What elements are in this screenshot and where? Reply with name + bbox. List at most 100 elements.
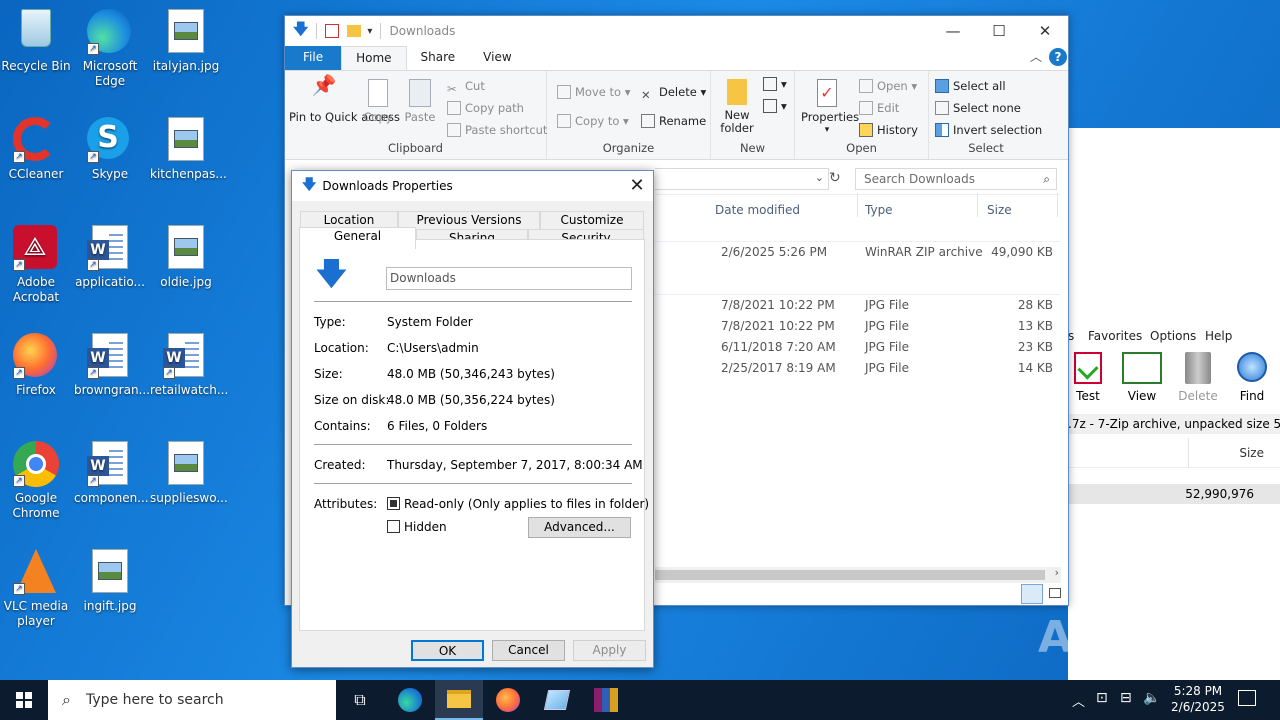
- taskbar-file-explorer[interactable]: [435, 680, 483, 720]
- chevron-down-icon[interactable]: ⌄: [815, 171, 824, 184]
- tab-home[interactable]: Home: [341, 46, 407, 70]
- large-icons-view-icon[interactable]: [1045, 584, 1065, 604]
- taskbar-edge[interactable]: [386, 680, 434, 720]
- edit-button[interactable]: Edit: [859, 101, 899, 115]
- history-button[interactable]: History: [859, 123, 918, 137]
- desktop-icon[interactable]: W ↗ browngran...: [74, 329, 150, 398]
- readonly-checkbox[interactable]: Read-only (Only applies to files in fold…: [387, 497, 649, 511]
- scrollbar-thumb[interactable]: [655, 570, 1045, 580]
- cut-button[interactable]: ✂ Cut: [447, 79, 485, 96]
- copy-button[interactable]: Copy: [363, 79, 393, 124]
- horizontal-scrollbar[interactable]: ›: [655, 566, 1061, 583]
- tab-general[interactable]: General: [299, 227, 416, 249]
- tab-previous-versions[interactable]: Previous Versions: [398, 211, 540, 229]
- easy-access-button[interactable]: ▾: [763, 99, 787, 113]
- new-item-button[interactable]: ▾: [763, 77, 787, 91]
- notification-icon[interactable]: [1238, 690, 1256, 706]
- customize-dropdown-icon[interactable]: ▾: [367, 26, 372, 37]
- delete-button[interactable]: Delete: [1178, 352, 1218, 403]
- list-item[interactable]: 7/8/2021 10:22 PM JPG File 13 KB: [721, 319, 1061, 339]
- scroll-right-icon[interactable]: ›: [1055, 566, 1059, 579]
- desktop-icon[interactable]: ↗ Google Chrome: [0, 437, 72, 521]
- folder-name-input[interactable]: Downloads: [386, 267, 632, 290]
- invert-selection-button[interactable]: Invert selection: [935, 123, 1042, 137]
- taskbar-notepad[interactable]: [533, 680, 581, 720]
- taskbar-search-box[interactable]: ⌕ Type here to search: [48, 680, 336, 720]
- collapse-ribbon-icon[interactable]: ︿: [1030, 48, 1042, 65]
- select-all-button[interactable]: Select all: [935, 79, 1006, 93]
- folder-quick-icon[interactable]: [347, 25, 362, 37]
- desktop-icon[interactable]: italyjan.jpg: [150, 5, 222, 74]
- menu-help[interactable]: Help: [1205, 329, 1232, 343]
- desktop-icon[interactable]: ↗ Microsoft Edge: [74, 5, 146, 89]
- desktop-icon[interactable]: ↗ CCleaner: [0, 113, 72, 182]
- apply-button[interactable]: Apply: [573, 640, 646, 661]
- search-input[interactable]: Search Downloads ⌕: [855, 168, 1057, 190]
- taskbar-winrar[interactable]: [582, 680, 630, 720]
- list-item[interactable]: 52,990,976: [1068, 484, 1280, 504]
- column-type[interactable]: Type: [865, 203, 893, 217]
- desktop-icon[interactable]: Recycle Bin: [0, 5, 72, 74]
- help-icon[interactable]: ?: [1049, 48, 1067, 66]
- network-icon[interactable]: ⊟: [1120, 690, 1132, 706]
- new-folder-button[interactable]: New folder: [717, 79, 757, 135]
- select-none-button[interactable]: Select none: [935, 101, 1021, 115]
- list-item[interactable]: 2/25/2017 8:19 AM JPG File 14 KB: [721, 361, 1061, 381]
- list-item[interactable]: 7/8/2021 10:22 PM JPG File 28 KB: [721, 298, 1061, 318]
- desktop-icon[interactable]: S ↗ Skype: [74, 113, 146, 182]
- taskbar-firefox[interactable]: [484, 680, 532, 720]
- list-item[interactable]: 2/6/2025 5:26 PM WinRAR ZIP archive 49,090…: [721, 245, 1061, 265]
- minimize-button[interactable]: —: [930, 16, 976, 46]
- desktop-icon[interactable]: W ↗ componen...: [74, 437, 149, 506]
- hidden-checkbox[interactable]: Hidden: [387, 520, 447, 534]
- volume-icon[interactable]: 🔈: [1143, 690, 1160, 706]
- cancel-button[interactable]: Cancel: [492, 640, 565, 661]
- desktop-icon[interactable]: kitchenpas...: [150, 113, 227, 182]
- rename-button[interactable]: Rename: [641, 114, 706, 128]
- tab-file[interactable]: File: [285, 46, 342, 70]
- find-button[interactable]: Find: [1232, 352, 1272, 403]
- tab-share[interactable]: Share: [407, 46, 470, 70]
- desktop-icon[interactable]: W ↗ applicatio...: [74, 221, 146, 290]
- task-view-button[interactable]: ⧉: [336, 680, 384, 720]
- desktop-icon[interactable]: ↗ Firefox: [0, 329, 72, 398]
- device-icon[interactable]: ⊡: [1096, 690, 1108, 706]
- size-column-header[interactable]: Size: [1239, 446, 1264, 460]
- desktop-icon[interactable]: oldie.jpg: [150, 221, 222, 290]
- address-bar[interactable]: ⌄: [655, 168, 829, 190]
- desktop-icon[interactable]: supplieswo...: [150, 437, 228, 506]
- pin-to-quick-access-button[interactable]: 📌 Pin to Quick access: [289, 75, 400, 124]
- start-button[interactable]: [0, 680, 48, 720]
- desktop-icon[interactable]: ingift.jpg: [74, 545, 146, 614]
- ok-button[interactable]: OK: [411, 640, 484, 661]
- paste-shortcut-button[interactable]: Paste shortcut: [447, 123, 547, 137]
- advanced-button[interactable]: Advanced...: [528, 517, 631, 538]
- delete-button[interactable]: ✕ Delete ▾: [641, 85, 706, 102]
- tab-customize[interactable]: Customize: [540, 211, 644, 229]
- properties-button[interactable]: ✓ Properties ▾: [801, 79, 859, 137]
- menu-options[interactable]: Options: [1150, 329, 1196, 343]
- paste-button[interactable]: Paste: [403, 79, 437, 124]
- clock[interactable]: 5:28 PM 2/6/2025: [1166, 683, 1230, 715]
- desktop-icon[interactable]: ↗ VLC media player: [0, 545, 72, 629]
- copy-to-button[interactable]: Copy to ▾: [557, 114, 629, 128]
- details-view-icon[interactable]: [1021, 584, 1043, 604]
- maximize-button[interactable]: ☐: [976, 16, 1022, 46]
- column-date-modified[interactable]: Date modified: [715, 203, 800, 217]
- properties-quick-icon[interactable]: [325, 24, 340, 38]
- chevron-up-icon[interactable]: ︿: [1072, 691, 1085, 710]
- desktop-icon[interactable]: ⟁ ↗ Adobe Acrobat: [0, 221, 72, 305]
- desktop-icon[interactable]: W ↗ retailwatch...: [150, 329, 228, 398]
- copy-path-button[interactable]: Copy path: [447, 101, 524, 115]
- list-item[interactable]: 6/11/2018 7:20 AM JPG File 23 KB: [721, 340, 1061, 360]
- tab-view[interactable]: View: [469, 46, 525, 70]
- test-button[interactable]: Test: [1072, 352, 1104, 403]
- move-to-button[interactable]: Move to ▾: [557, 85, 630, 99]
- view-button[interactable]: View: [1120, 352, 1164, 403]
- close-button[interactable]: ✕: [1022, 16, 1068, 46]
- column-size[interactable]: Size: [987, 203, 1012, 217]
- open-button[interactable]: Open ▾: [859, 79, 917, 93]
- dialog-close-button[interactable]: ✕: [621, 171, 653, 201]
- menu-favorites[interactable]: Favorites: [1088, 329, 1142, 343]
- refresh-icon[interactable]: ↻: [829, 170, 841, 186]
